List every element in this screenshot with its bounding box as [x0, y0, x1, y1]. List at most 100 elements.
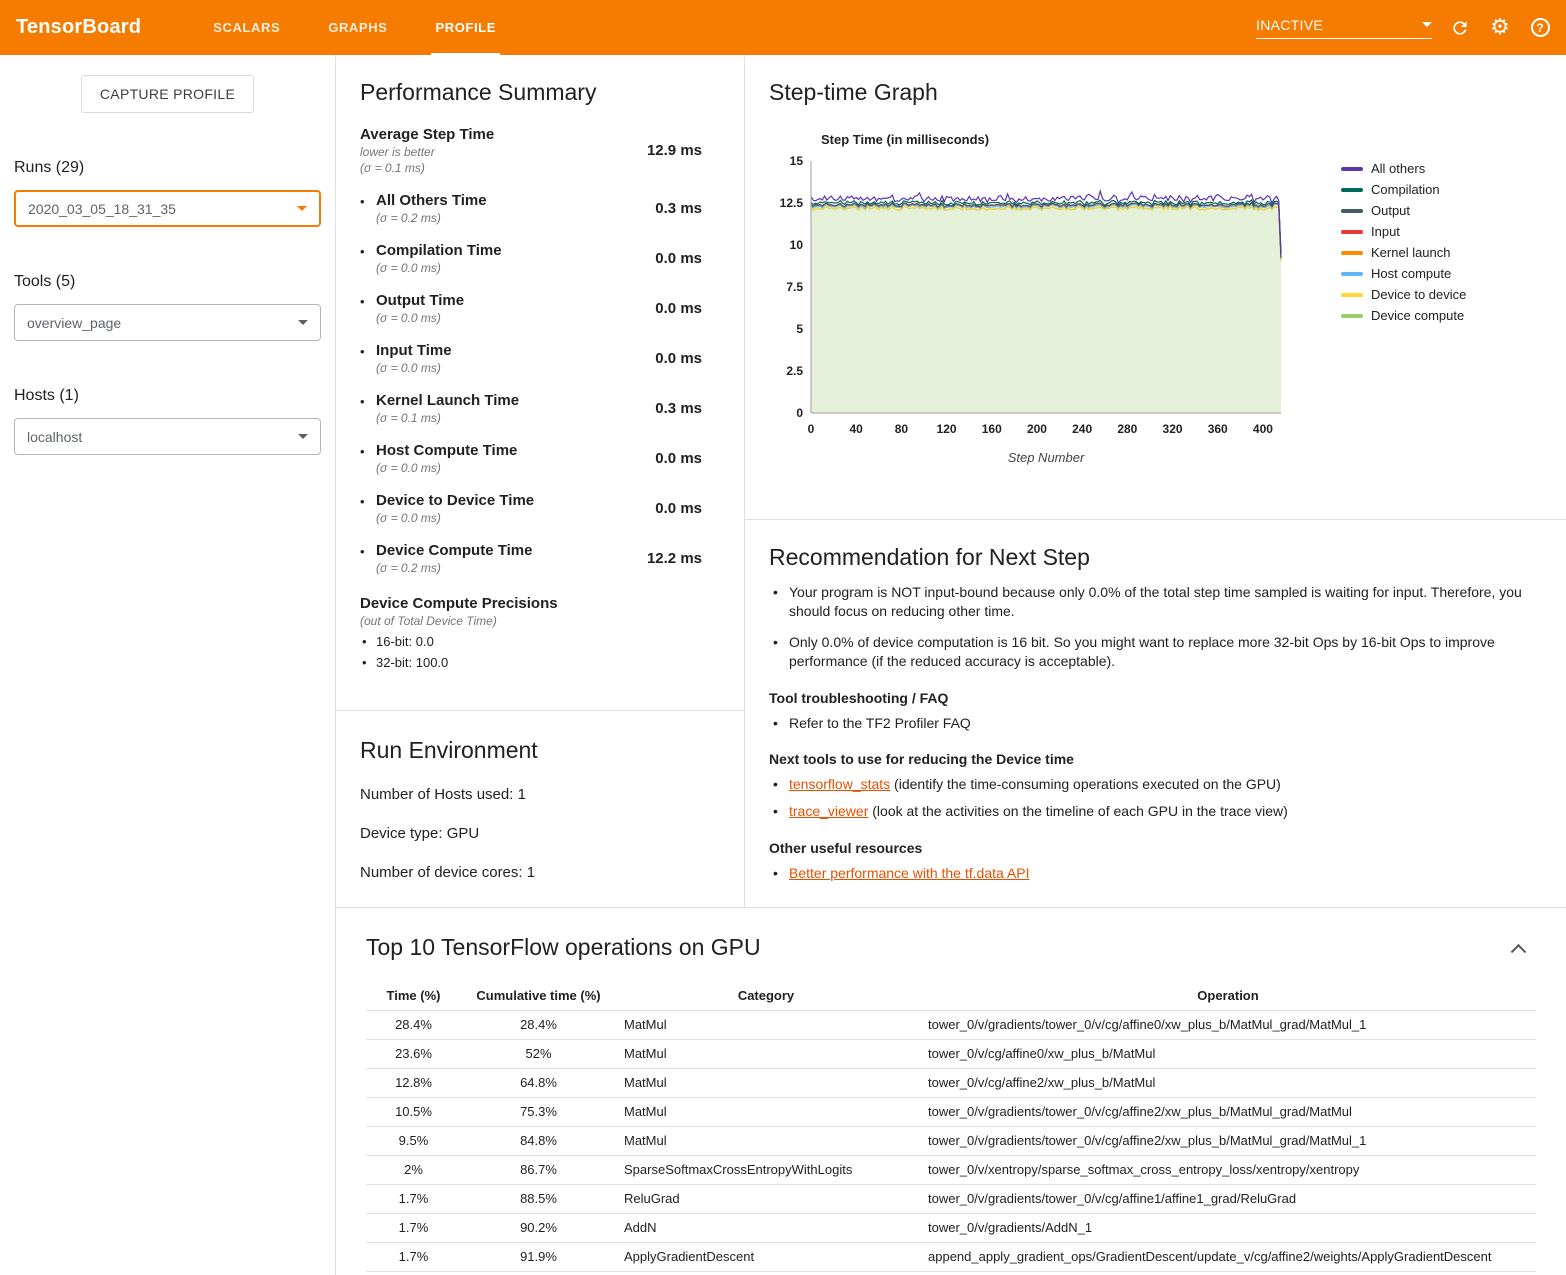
bullet-icon: •	[360, 655, 376, 670]
legend-swatch	[1341, 230, 1363, 234]
tools-dropdown-value: overview_page	[27, 315, 121, 331]
perf-item: • Kernel Launch Time (σ = 0.1 ms) 0.3 ms	[360, 392, 720, 425]
perf-item-value: 0.0 ms	[655, 450, 720, 467]
legend-swatch	[1341, 314, 1363, 318]
legend-swatch	[1341, 251, 1363, 255]
precision-item: •16-bit: 0.0	[360, 634, 720, 649]
faq-heading: Tool troubleshooting / FAQ	[769, 690, 1542, 706]
bullet-icon: •	[360, 442, 376, 475]
hosts-dropdown-value: localhost	[27, 429, 82, 445]
svg-text:80: 80	[895, 422, 909, 436]
table-row: 10.5%75.3%MatMultower_0/v/gradients/towe…	[366, 1097, 1536, 1126]
legend-item: Compilation	[1341, 179, 1466, 200]
perf-item: • Output Time (σ = 0.0 ms) 0.0 ms	[360, 292, 720, 325]
next-tools-list: •tensorflow_stats (identify the time-con…	[769, 775, 1542, 822]
svg-text:10: 10	[790, 238, 804, 252]
perf-item: • Device Compute Time (σ = 0.2 ms) 12.2 …	[360, 542, 720, 575]
resources-list: •Better performance with the tf.data API	[769, 864, 1542, 883]
top-ops-column-header: Category	[616, 981, 916, 1010]
svg-text:120: 120	[937, 422, 957, 436]
step-time-graph-panel: Step-time Graph Step Time (in millisecon…	[745, 55, 1566, 520]
app-title: TensorBoard	[16, 16, 141, 39]
runs-dropdown-value: 2020_03_05_18_31_35	[28, 201, 176, 217]
perf-item: • Input Time (σ = 0.0 ms) 0.0 ms	[360, 342, 720, 375]
chart-title: Step Time (in milliseconds)	[821, 132, 1331, 147]
top-ops-body: 28.4%28.4%MatMultower_0/v/gradients/towe…	[366, 1010, 1536, 1271]
svg-text:0: 0	[808, 422, 815, 436]
bullet-icon: •	[769, 775, 789, 794]
chevron-down-icon	[297, 206, 307, 211]
tab-profile[interactable]: PROFILE	[411, 0, 520, 55]
perf-item: • All Others Time (σ = 0.2 ms) 0.3 ms	[360, 192, 720, 225]
legend-item: All others	[1341, 158, 1466, 179]
bullet-icon: •	[360, 634, 376, 649]
legend-item: Host compute	[1341, 263, 1466, 284]
status-dropdown[interactable]: INACTIVE	[1256, 17, 1432, 39]
svg-text:0: 0	[796, 406, 803, 420]
legend-item: Kernel launch	[1341, 242, 1466, 263]
step-time-chart: 02.557.51012.515040801201602002402803203…	[769, 153, 1331, 469]
status-dropdown-value: INACTIVE	[1256, 17, 1323, 33]
tool-link[interactable]: trace_viewer	[789, 803, 868, 819]
tool-link[interactable]: tensorflow_stats	[789, 776, 890, 792]
average-step-time: Average Step Time lower is better (σ = 0…	[360, 126, 720, 175]
next-tool-item: •tensorflow_stats (identify the time-con…	[769, 775, 1542, 794]
bullet-icon: •	[769, 583, 789, 622]
top-ops-column-header: Time (%)	[366, 981, 461, 1010]
runs-dropdown[interactable]: 2020_03_05_18_31_35	[14, 190, 321, 227]
env-line: Device type: GPU	[360, 825, 720, 842]
top-ops-column-header: Cumulative time (%)	[461, 981, 616, 1010]
resource-item: •Better performance with the tf.data API	[769, 864, 1542, 883]
precisions-subtitle: (out of Total Device Time)	[360, 614, 720, 628]
svg-text:2.5: 2.5	[786, 364, 803, 378]
legend-item: Input	[1341, 221, 1466, 242]
table-row: 9.5%84.8%MatMultower_0/v/gradients/tower…	[366, 1126, 1536, 1155]
table-row: 12.8%64.8%MatMultower_0/v/cg/affine2/xw_…	[366, 1068, 1536, 1097]
step-time-graph-title: Step-time Graph	[769, 79, 1542, 106]
svg-text:Step Number: Step Number	[1008, 450, 1085, 465]
svg-text:280: 280	[1117, 422, 1137, 436]
collapse-chevron-icon[interactable]	[1511, 944, 1527, 960]
rec-bullets: •Your program is NOT input-bound because…	[769, 583, 1542, 672]
main-content: Performance Summary Average Step Time lo…	[335, 55, 1566, 1275]
bullet-icon: •	[769, 714, 789, 733]
bullet-icon: •	[360, 342, 376, 375]
legend-item: Device to device	[1341, 284, 1466, 305]
tools-label: Tools (5)	[14, 273, 335, 291]
resources-heading: Other useful resources	[769, 840, 1542, 856]
recommendation-panel: Recommendation for Next Step •Your progr…	[745, 520, 1566, 908]
table-row: 28.4%28.4%MatMultower_0/v/gradients/towe…	[366, 1010, 1536, 1039]
legend-swatch	[1341, 188, 1363, 192]
chevron-down-icon	[298, 434, 308, 439]
top-ops-table: Time (%)Cumulative time (%)CategoryOpera…	[366, 981, 1536, 1272]
perf-item-value: 0.0 ms	[655, 250, 720, 267]
svg-text:400: 400	[1253, 422, 1273, 436]
tab-scalars[interactable]: SCALARS	[189, 0, 304, 55]
perf-item-value: 0.0 ms	[655, 300, 720, 317]
help-icon[interactable]: ?	[1528, 16, 1552, 40]
perf-item: • Device to Device Time (σ = 0.0 ms) 0.0…	[360, 492, 720, 525]
recommendation-title: Recommendation for Next Step	[769, 544, 1542, 571]
performance-summary-title: Performance Summary	[360, 79, 720, 106]
performance-summary-panel: Performance Summary Average Step Time lo…	[336, 55, 744, 711]
legend-swatch	[1341, 209, 1363, 213]
perf-item: • Compilation Time (σ = 0.0 ms) 0.0 ms	[360, 242, 720, 275]
refresh-icon[interactable]	[1448, 16, 1472, 40]
table-row: 2%86.7%SparseSoftmaxCrossEntropyWithLogi…	[366, 1155, 1536, 1184]
settings-gear-icon[interactable]: ⚙	[1488, 16, 1512, 40]
hosts-dropdown[interactable]: localhost	[14, 418, 321, 455]
capture-profile-button[interactable]: CAPTURE PROFILE	[81, 75, 254, 113]
resource-link[interactable]: Better performance with the tf.data API	[789, 865, 1029, 881]
perf-item-value: 0.0 ms	[655, 500, 720, 517]
perf-item-value: 0.0 ms	[655, 350, 720, 367]
svg-text:240: 240	[1072, 422, 1092, 436]
chart-area-device-compute	[811, 207, 1281, 414]
svg-text:200: 200	[1027, 422, 1047, 436]
legend-item: Output	[1341, 200, 1466, 221]
run-environment-title: Run Environment	[360, 737, 720, 764]
tab-graphs[interactable]: GRAPHS	[304, 0, 411, 55]
legend-item: Device compute	[1341, 305, 1466, 326]
chart-legend: All others Compilation Output Input Kern…	[1341, 158, 1466, 474]
tools-dropdown[interactable]: overview_page	[14, 304, 321, 341]
legend-swatch	[1341, 272, 1363, 276]
